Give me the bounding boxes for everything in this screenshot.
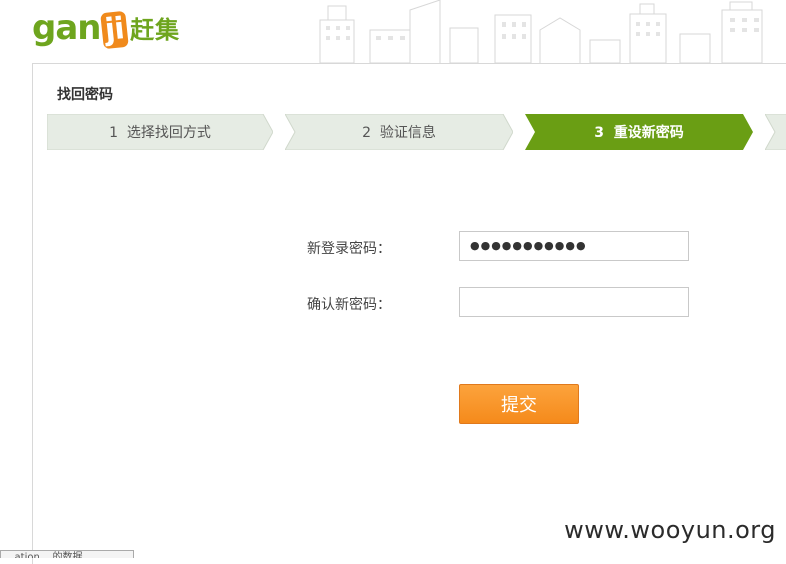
step-arrow-shape [765, 114, 786, 150]
page-title: 找回密码 [57, 87, 113, 103]
new-password-row: 新登录密码： ●●●●●●●●●●● [33, 231, 733, 263]
confirm-password-label: 确认新密码： [307, 297, 391, 313]
new-password-label: 新登录密码： [307, 241, 391, 257]
step-reset-password: 3 重设新密码 [525, 114, 753, 150]
ganji-logo[interactable]: ganji 赶集 [32, 10, 181, 50]
confirm-password-row: 确认新密码： [33, 287, 733, 319]
city-skyline-illustration [319, 0, 763, 63]
logo-latin: ganji [32, 10, 128, 50]
submit-button[interactable]: 提交 [459, 384, 579, 424]
step-verify-info: 2 验证信息 [285, 114, 513, 150]
step-label: 2 验证信息 [362, 125, 436, 141]
confirm-password-input[interactable] [459, 287, 689, 317]
new-password-input[interactable]: ●●●●●●●●●●● [459, 231, 689, 261]
logo-chinese: 赶集 [130, 16, 181, 44]
step-choose-method: 1 选择找回方式 [47, 114, 273, 150]
step-complete [765, 114, 786, 150]
step-label: 3 重设新密码 [594, 125, 684, 141]
reset-password-panel: 找回密码 1 选择找回方式 2 验证信息 3 重设新密码 新登录密码： ●●●●… [32, 63, 786, 564]
site-header: ganji 赶集 [0, 0, 786, 63]
watermark-text: www.wooyun.org [564, 516, 776, 544]
status-tab[interactable]: ...ation... 的数据 [0, 550, 134, 558]
progress-steps: 1 选择找回方式 2 验证信息 3 重设新密码 [47, 114, 786, 150]
step-label: 1 选择找回方式 [109, 125, 211, 141]
